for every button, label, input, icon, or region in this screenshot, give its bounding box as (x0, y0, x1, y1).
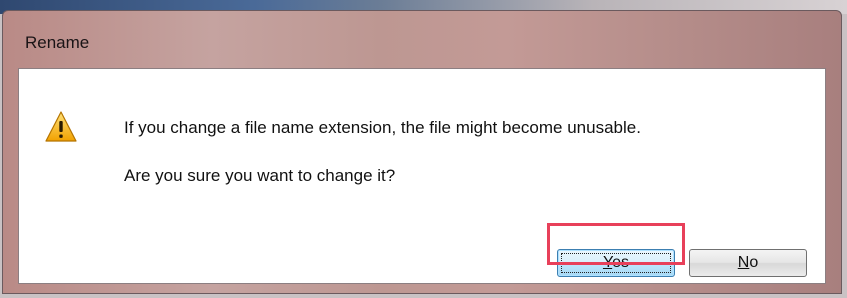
rename-dialog: Rename If you change a file name extensi… (2, 10, 842, 294)
dialog-titlebar[interactable]: Rename (3, 11, 841, 67)
no-button[interactable]: No (689, 249, 807, 277)
no-mnemonic: N (737, 254, 750, 271)
dialog-title: Rename (25, 33, 90, 52)
warning-message: If you change a file name extension, the… (124, 118, 641, 137)
no-label-rest: o (749, 254, 759, 271)
confirm-question: Are you sure you want to change it? (124, 166, 396, 185)
warning-icon (45, 111, 77, 142)
yes-button-highlight-box (547, 223, 685, 265)
dialog-content: If you change a file name extension, the… (18, 68, 826, 284)
